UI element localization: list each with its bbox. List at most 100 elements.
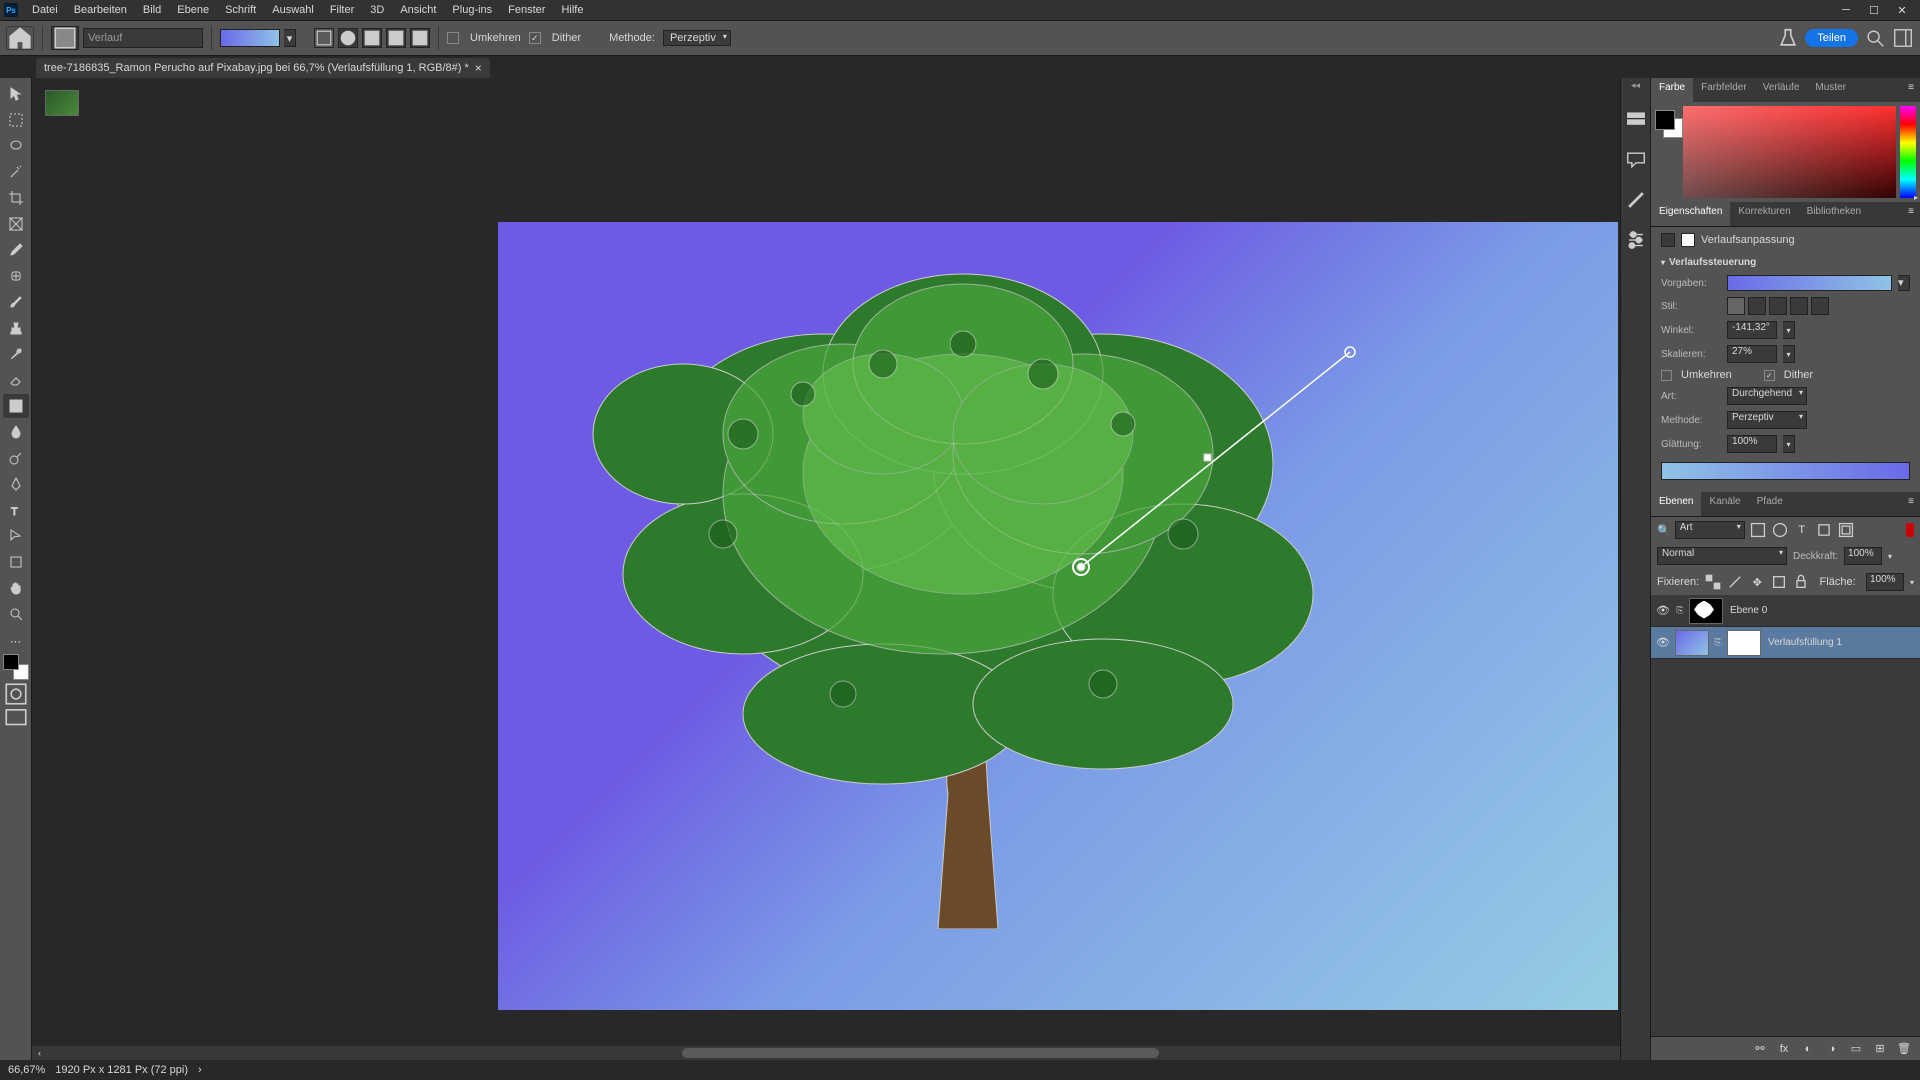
tab-gradients[interactable]: Verläufe [1755,78,1808,102]
quickmask-toggle[interactable] [3,684,29,704]
prop-diamond-button[interactable] [1811,297,1829,315]
window-close[interactable]: ✕ [1888,1,1916,19]
history-panel-icon[interactable] [1625,109,1647,131]
angle-dropdown[interactable]: ▾ [1783,321,1795,339]
filter-toggle[interactable] [1906,523,1914,537]
gradient-swatch[interactable] [220,29,280,47]
smooth-dropdown[interactable]: ▾ [1783,435,1795,453]
tab-swatches[interactable]: Farbfelder [1693,78,1755,102]
document-info[interactable]: 1920 Px x 1281 Px (72 ppi) [55,1064,188,1076]
fill-input[interactable]: 100% [1866,573,1904,591]
menu-filter[interactable]: Filter [322,2,362,18]
prop-method-select[interactable]: Perzeptiv [1727,411,1807,429]
scale-dropdown[interactable]: ▾ [1783,345,1795,363]
eyedropper-tool[interactable] [3,238,29,262]
layer-link-icon[interactable]: ⎘ [1675,605,1685,616]
foreground-color[interactable] [3,654,19,670]
scale-input[interactable]: 27% [1727,345,1777,363]
prop-reflected-button[interactable] [1790,297,1808,315]
layer-row-0[interactable]: 👁 ⎘ Ebene 0 [1651,595,1920,627]
home-button[interactable] [6,26,34,50]
beaker-icon[interactable] [1777,27,1799,49]
prop-reverse-checkbox[interactable] [1661,370,1672,381]
zoom-level[interactable]: 66,67% [8,1064,45,1076]
gradient-radial-button[interactable] [338,28,358,48]
tab-channels[interactable]: Kanäle [1701,492,1748,516]
wand-tool[interactable] [3,160,29,184]
pen-tool[interactable] [3,472,29,496]
preset-gradient-swatch[interactable] [1727,275,1892,291]
color-field[interactable] [1683,106,1896,198]
filter-smart-icon[interactable] [1837,521,1855,539]
lock-position-icon[interactable]: ✥ [1749,574,1765,590]
lock-artboard-icon[interactable] [1771,574,1787,590]
filter-type-icon[interactable]: T [1793,521,1811,539]
brush-tool[interactable] [3,290,29,314]
zoom-tool[interactable] [3,602,29,626]
panel-fg-color[interactable] [1655,110,1675,130]
move-tool[interactable] [3,82,29,106]
lock-all-icon[interactable] [1793,574,1809,590]
comments-panel-icon[interactable] [1625,149,1647,171]
healing-tool[interactable] [3,264,29,288]
adjustment-mask-icon[interactable] [1681,233,1695,247]
properties-panel-menu-icon[interactable]: ≡ [1902,202,1920,226]
layer-thumb[interactable] [1675,630,1709,656]
smooth-input[interactable]: 100% [1727,435,1777,453]
gradient-diamond-button[interactable] [410,28,430,48]
tab-libraries[interactable]: Bibliotheken [1799,202,1869,226]
layer-mask-thumb[interactable] [1727,630,1761,656]
art-select[interactable]: Durchgehend [1727,387,1807,405]
adjustment-layer-icon[interactable]: ◑ [1824,1041,1840,1057]
gradient-reflected-button[interactable] [386,28,406,48]
screenmode-toggle[interactable] [3,708,29,728]
tab-paths[interactable]: Pfade [1749,492,1791,516]
angle-input[interactable]: -141,32° [1727,321,1777,339]
opacity-input[interactable]: 100% [1844,547,1882,565]
tab-properties[interactable]: Eigenschaften [1651,202,1730,226]
menu-3d[interactable]: 3D [362,2,392,18]
path-select-tool[interactable] [3,524,29,548]
preset-dropdown[interactable]: ▾ [1898,275,1910,291]
tab-color[interactable]: Farbe [1651,78,1693,102]
horizontal-scrollbar[interactable]: ‹ [32,1046,1620,1060]
adjustments-panel-icon[interactable] [1625,229,1647,251]
hue-slider[interactable] [1900,106,1916,198]
filter-pixel-icon[interactable] [1749,521,1767,539]
color-swatches[interactable] [3,654,29,680]
lock-pixels-icon[interactable] [1727,574,1743,590]
window-maximize[interactable]: ☐ [1860,1,1888,19]
gradient-tool[interactable] [3,394,29,418]
prop-dither-checkbox[interactable] [1764,370,1775,381]
canvas-area[interactable]: ‹ [32,78,1620,1060]
menu-window[interactable]: Fenster [500,2,553,18]
menu-file[interactable]: Datei [24,2,66,18]
prop-angle-button[interactable] [1769,297,1787,315]
blend-mode-select[interactable]: Normal [1657,547,1787,565]
menu-help[interactable]: Hilfe [553,2,591,18]
gradient-angle-button[interactable] [362,28,382,48]
tab-patterns[interactable]: Muster [1807,78,1854,102]
lock-transparent-icon[interactable] [1705,574,1721,590]
dither-checkbox[interactable] [529,32,541,44]
gradient-linear-button[interactable] [314,28,334,48]
dodge-tool[interactable] [3,446,29,470]
delete-layer-icon[interactable]: 🗑 [1896,1041,1912,1057]
menu-plugins[interactable]: Plug-ins [444,2,500,18]
gradient-control-section[interactable]: Verlaufssteuerung [1651,253,1920,272]
tab-adjustments[interactable]: Korrekturen [1730,202,1798,226]
layer-mask-thumb[interactable] [1689,598,1723,624]
layer-visibility-icon[interactable]: 👁 [1655,604,1671,617]
shape-tool[interactable] [3,550,29,574]
search-icon[interactable]: 🔍 [1657,524,1671,537]
type-tool[interactable]: T [3,498,29,522]
layer-mask-icon[interactable]: ◐ [1800,1041,1816,1057]
method-select[interactable]: Perzeptiv [663,30,731,46]
marquee-tool[interactable] [3,108,29,132]
layer-group-icon[interactable]: ▭ [1848,1041,1864,1057]
tool-preset-picker[interactable] [51,26,79,50]
link-layers-icon[interactable]: ⚯ [1752,1041,1768,1057]
expand-panels-icon[interactable]: ◂◂ [1631,80,1640,91]
layer-link-icon[interactable]: ⎘ [1713,637,1723,648]
brushes-panel-icon[interactable] [1625,189,1647,211]
